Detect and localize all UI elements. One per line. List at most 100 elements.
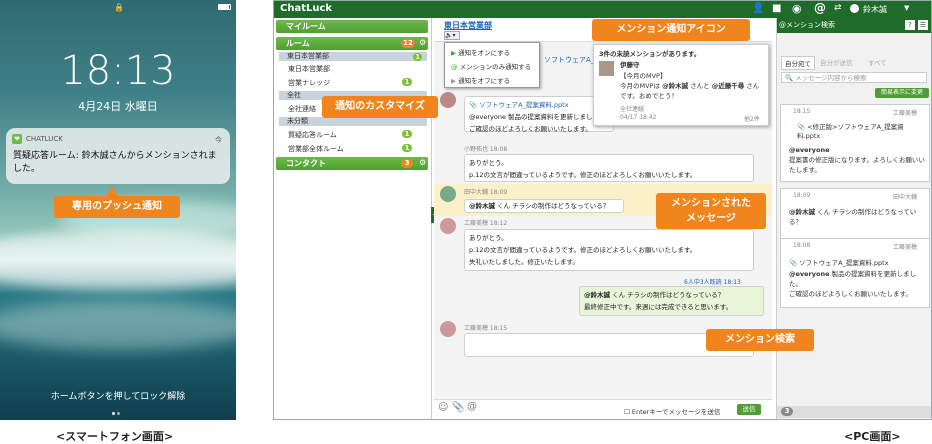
user-menu-chevron-icon[interactable]: ▼ xyxy=(904,4,909,12)
pc-window: ChatLuck 👤 ■ ◉ @ ⇄ 鈴木誠 ▼ マイルーム ルーム 12 ⚙ … xyxy=(273,0,932,420)
help-icon[interactable]: ? xyxy=(905,20,915,30)
read-receipt[interactable]: 6人中3人既読 18:13 xyxy=(684,277,741,286)
badge: 1 xyxy=(402,130,412,138)
panel-footer xyxy=(777,406,931,418)
popup-count: 他2件 xyxy=(744,116,760,123)
mention-icon-callout: メンション通知アイコン xyxy=(592,19,750,41)
battery-icon xyxy=(218,4,231,10)
menu-item[interactable]: @ メンションのみ通知する xyxy=(451,61,531,71)
lock-icon: 🔒 xyxy=(114,3,124,12)
smartphone-lockscreen: 🔒 18:13 4月24日 水曜日 ❤ CHATLUCK 今 質疑応答ルーム: … xyxy=(0,0,236,420)
gear-icon[interactable]: ⚙ xyxy=(419,38,426,47)
mention-card[interactable]: 18:15 工藤美穂 📎 <修正版>ソフトウェアA_提案資料.pptx @eve… xyxy=(780,104,930,182)
popup-subject: 【今月のMVP】 xyxy=(620,72,667,80)
notify-menu: ▶ 通知をオンにする @ メンションのみ通知する ▶ 通知をオフにする xyxy=(444,42,540,88)
card-time: 18:15 xyxy=(793,108,811,115)
list-icon[interactable]: ☰ xyxy=(918,20,928,30)
mention-card[interactable]: 18:08 工藤美穂 📎 ソフトウェアA_提案資料.pptx @everyone… xyxy=(780,238,930,308)
room-badge: 12 xyxy=(401,39,415,48)
chat-icon[interactable]: ■ xyxy=(772,3,781,14)
popup-room: 全社連絡 xyxy=(620,106,645,113)
enter-send-checkbox[interactable]: ☐ Enterキーでメッセージを送信 xyxy=(624,406,720,416)
badge: 1 xyxy=(413,53,422,61)
popup-sender: 伊藤守 xyxy=(620,61,640,69)
contact-badge: 3 xyxy=(401,159,413,168)
avatar[interactable] xyxy=(850,4,859,13)
mention-notification-icon[interactable]: @ xyxy=(814,1,826,15)
push-callout: 専用のプッシュ通知 xyxy=(54,196,180,218)
lock-time: 18:13 xyxy=(60,48,176,94)
user-name[interactable]: 鈴木誠 xyxy=(863,4,887,15)
sync-icon[interactable]: ⇄ xyxy=(834,3,842,13)
user-icon[interactable]: 👤 xyxy=(752,3,764,14)
sidebar-item[interactable]: 質疑応答ルーム xyxy=(288,130,337,140)
attach-icon[interactable]: 📎 xyxy=(452,402,464,413)
emoji-icon[interactable]: ☺ xyxy=(438,402,448,413)
room-sidebar: マイルーム ルーム 12 ⚙ 東日本営業部 1 東日本営業部 営業ナレッジ 1 … xyxy=(274,18,432,419)
mention-search-panel: @メンション検索 ? ☰ 自分宛て 自分が送信 すべて 🔍 メッセージ内容から検… xyxy=(776,18,931,419)
card-text: @everyone 製品の提案資料を更新しました。 ご確認のほどよろしくお願いいた… xyxy=(789,270,917,298)
menu-item[interactable]: ▶ 通知をオンにする xyxy=(451,47,510,57)
notify-toggle[interactable]: 🔈▾ xyxy=(444,31,460,40)
mention-card[interactable]: 18:09 田中大輔 @鈴木誠 くん チラシの制作はどうなっている？ xyxy=(780,188,930,240)
popup-body[interactable]: 今月のMVPは @鈴木誠 さんと @近藤千尋 さんです。おめでとう！ xyxy=(620,81,765,101)
notification-time: 今 xyxy=(215,136,222,144)
smartphone-caption: <スマートフォン画面> xyxy=(56,430,174,443)
file-link[interactable]: 📎 <修正版>ソフトウェアA_提案資料.pptx xyxy=(797,123,925,141)
mentioned-callout: メンションされた メッセージ xyxy=(656,193,766,229)
tab-to-me[interactable]: 自分宛て xyxy=(781,56,815,70)
avatar xyxy=(440,218,456,234)
send-button[interactable]: 送信 xyxy=(737,404,761,415)
room-title[interactable]: 東日本営業部 xyxy=(444,20,492,31)
sidebar-item[interactable]: 全社連絡 xyxy=(288,104,316,114)
tab-sent[interactable]: 自分が送信 xyxy=(817,56,856,68)
tab-all[interactable]: すべて xyxy=(865,56,890,68)
popup-header: 3件の未読メンションがあります。 xyxy=(599,50,701,58)
globe-icon[interactable]: ◉ xyxy=(792,2,802,15)
card-time: 18:08 xyxy=(793,242,811,249)
sidebar-item[interactable]: 営業ナレッジ xyxy=(288,78,330,88)
sidebar-item[interactable]: 東日本営業部 xyxy=(288,64,330,74)
gear-icon[interactable]: ⚙ xyxy=(419,158,426,167)
app-logo: ChatLuck xyxy=(280,3,333,14)
mention-popup: 3件の未読メンションがあります。 伊藤守 【今月のMVP】 今月のMVPは @鈴… xyxy=(593,44,769,126)
menu-item[interactable]: ▶ 通知をオフにする xyxy=(451,75,510,85)
contact-label: コンタクト xyxy=(286,159,326,168)
avatar xyxy=(440,92,456,108)
own-message: @鈴木誠 くん チラシの制作はどうなっている？ 最終修正中です。来週には完成できる… xyxy=(579,286,764,316)
push-notification[interactable]: ❤ CHATLUCK 今 質疑応答ルーム: 鈴木誠さんからメンションされました。 xyxy=(6,128,230,184)
notification-text: 質疑応答ルーム: 鈴木誠さんからメンションされました。 xyxy=(13,151,217,174)
mentioned-message: @鈴木誠 くん チラシの制作はどうなっている？ xyxy=(464,199,624,213)
chat-message: 📎 ソフトウェアA_提案資料.pptx @everyone 製品の提案資料を更新… xyxy=(464,96,614,133)
simple-view-button[interactable]: 簡易表示に変更 xyxy=(875,88,929,98)
panel-title: @メンション検索 xyxy=(779,21,835,29)
sidebar-group[interactable]: 未分類 xyxy=(279,117,427,126)
message-sender: 工藤美穂 18:12 xyxy=(464,220,508,227)
file-link[interactable]: 📎 ソフトウェアA_提案資料.pptx xyxy=(469,99,609,111)
card-user: 田中大輔 xyxy=(893,194,918,201)
input-bar[interactable] xyxy=(434,399,772,419)
chatluck-app-icon: ❤ xyxy=(12,134,22,144)
wave-decoration xyxy=(0,230,236,290)
lock-date: 4月24日 水曜日 xyxy=(78,100,158,113)
room-label: ルーム xyxy=(286,39,310,48)
avatar xyxy=(440,321,456,337)
sidebar-item[interactable]: 営業部全体ルーム xyxy=(288,144,344,154)
avatar xyxy=(599,61,614,76)
top-bar: ChatLuck 👤 ■ ◉ @ ⇄ 鈴木誠 ▼ xyxy=(274,1,931,18)
myroom-label: マイルーム xyxy=(286,22,326,31)
file-link[interactable]: 📎 ソフトウェアA_提案資料.pptx xyxy=(789,257,927,267)
sidebar-group[interactable]: 東日本営業部 xyxy=(279,52,427,61)
card-user: 工藤美穂 xyxy=(893,110,918,117)
chat-message: ありがとう。 p.12の文言が間違っているようです。修正のほどよろしくお願いいたし… xyxy=(464,229,754,271)
card-time: 18:09 xyxy=(793,192,811,199)
page-dots xyxy=(112,408,124,415)
wave-decoration xyxy=(0,300,236,350)
customize-callout: 通知のカスタマイズ xyxy=(322,96,438,118)
unlock-hint: ホームボタンを押してロック解除 xyxy=(50,392,186,402)
mention-icon[interactable]: @ xyxy=(467,401,477,412)
callout-arrow xyxy=(106,186,118,196)
search-input[interactable]: 🔍 メッセージ内容から検索 xyxy=(781,72,927,83)
message-sender: 小野拓也 18:08 xyxy=(464,146,508,153)
sidebar-item-myroom[interactable]: マイルーム xyxy=(276,20,428,33)
